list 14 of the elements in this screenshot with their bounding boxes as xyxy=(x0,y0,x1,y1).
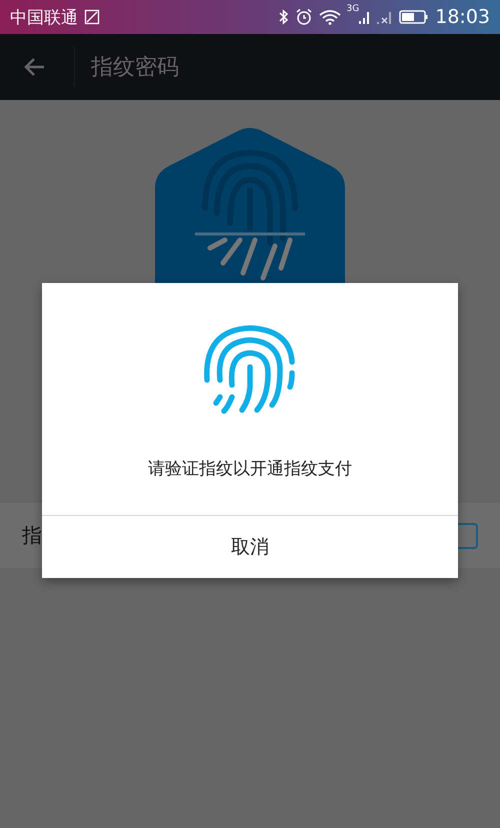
cancel-button[interactable]: 取消 xyxy=(42,515,458,578)
carrier-name: 中国联通 xyxy=(10,6,78,28)
clock-time: 18:03 xyxy=(435,6,490,28)
no-signal-icon xyxy=(377,9,394,25)
dialog-message: 请验证指纹以开通指纹支付 xyxy=(148,458,352,481)
page-title: 指纹密码 xyxy=(91,54,179,82)
image-icon xyxy=(84,9,100,25)
alarm-icon xyxy=(294,8,313,26)
signal-icon xyxy=(359,9,372,25)
wifi-icon xyxy=(318,9,341,25)
network-type-label: 3G xyxy=(346,4,360,14)
battery-icon xyxy=(399,9,430,25)
bluetooth-icon xyxy=(278,9,289,25)
setting-label: 指 xyxy=(22,522,42,549)
